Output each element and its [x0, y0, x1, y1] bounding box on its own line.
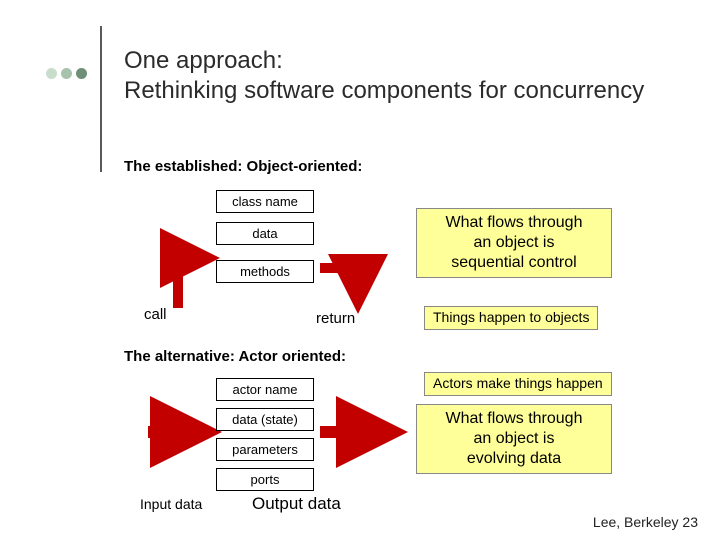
object-data-box: data [216, 222, 314, 245]
title-line2: Rethinking software components for concu… [124, 76, 644, 106]
bullet-icon [46, 68, 57, 79]
note-line: What flows through [427, 409, 601, 429]
page-title: One approach: Rethinking software compon… [124, 46, 644, 106]
output-data-label: Output data [252, 494, 341, 514]
note-line: What flows through [427, 213, 601, 233]
footer-credit: Lee, Berkeley 23 [593, 514, 698, 530]
actors-make-things-note: Actors make things happen [424, 372, 612, 396]
bullet-icon [61, 68, 72, 79]
note-line: an object is [427, 233, 601, 253]
object-class-name-box: class name [216, 190, 314, 213]
bullet-icon [76, 68, 87, 79]
section-alternative: The alternative: Actor oriented: [124, 348, 346, 365]
divider-icon [100, 26, 102, 172]
object-things-happen-note: Things happen to objects [424, 306, 598, 330]
actor-name-box: actor name [216, 378, 314, 401]
object-flow-note: What flows through an object is sequenti… [416, 208, 612, 278]
actor-data-state-box: data (state) [216, 408, 314, 431]
object-methods-box: methods [216, 260, 314, 283]
note-line: an object is [427, 429, 601, 449]
input-data-label: Input data [140, 496, 202, 512]
call-label: call [144, 306, 167, 323]
header-bullets [46, 68, 87, 79]
actor-flow-note: What flows through an object is evolving… [416, 404, 612, 474]
return-label: return [316, 310, 355, 327]
note-line: sequential control [427, 253, 601, 273]
actor-parameters-box: parameters [216, 438, 314, 461]
title-line1: One approach: [124, 46, 644, 76]
actor-ports-box: ports [216, 468, 314, 491]
section-established: The established: Object-oriented: [124, 158, 362, 175]
note-line: evolving data [427, 449, 601, 469]
